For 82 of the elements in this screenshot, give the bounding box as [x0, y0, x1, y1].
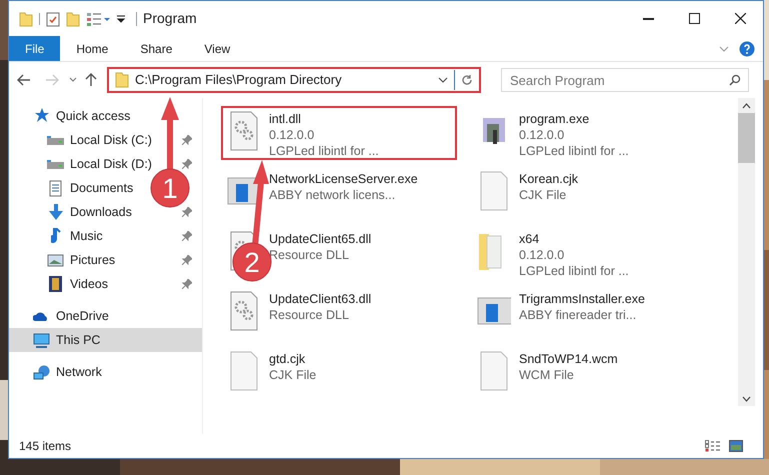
drive-icon: [47, 136, 64, 144]
view-options-icon[interactable]: [86, 10, 110, 26]
file-detail: LGPLed libintl for ...: [519, 143, 629, 159]
file-name[interactable]: program.exe: [519, 111, 590, 127]
drive-icon: [47, 160, 64, 168]
file-name[interactable]: x64: [519, 231, 540, 247]
monitor-icon: [33, 332, 50, 348]
search-icon: [729, 74, 741, 86]
ribbon-tab[interactable]: Share: [124, 36, 188, 61]
sidebar-item[interactable]: Pictures: [70, 250, 116, 270]
details-view-icon[interactable]: [705, 440, 721, 452]
expand-ribbon-icon[interactable]: [719, 46, 729, 52]
picture-icon: [47, 254, 64, 266]
sidebar-item[interactable]: This PC: [9, 328, 202, 352]
minimize-icon: [642, 18, 654, 20]
refresh-icon[interactable]: [461, 74, 473, 86]
file-detail: Resource DLL: [269, 247, 349, 263]
file-detail: 0.12.0.0: [519, 127, 564, 143]
scrollbar-thumb[interactable]: [738, 113, 755, 163]
sidebar-item[interactable]: Music: [70, 226, 103, 246]
music-note-icon: [50, 228, 60, 244]
file-detail: Resource DLL: [269, 307, 349, 323]
ribbon-tab[interactable]: Home: [60, 36, 124, 61]
sidebar-item[interactable]: Network: [56, 362, 102, 382]
sidebar-item[interactable]: Videos: [70, 274, 108, 294]
file-detail: ABBY finereader tri...: [519, 307, 636, 323]
file-name[interactable]: TrigrammsInstaller.exe: [519, 291, 645, 307]
help-icon[interactable]: [739, 40, 755, 56]
file-detail: CJK File: [519, 187, 566, 203]
file-name[interactable]: UpdateClient65.dll: [269, 231, 372, 247]
sidebar-item[interactable]: Documents: [70, 178, 134, 198]
ribbon-tab[interactable]: View: [188, 36, 246, 61]
pin-icon[interactable]: [182, 159, 192, 169]
file-detail: LGPLed libintl for ...: [269, 143, 379, 159]
file-name[interactable]: NetworkLicenseServer.exe: [269, 171, 418, 187]
scroll-up-icon[interactable]: [742, 103, 751, 109]
sidebar-item[interactable]: Downloads: [70, 202, 132, 222]
recent-locations-icon[interactable]: [69, 77, 77, 83]
sidebar-item[interactable]: Local Disk (C:): [70, 130, 152, 150]
file-detail: LGPLed libintl for ...: [519, 263, 629, 279]
sidebar-item[interactable]: Local Disk (D:): [70, 154, 152, 174]
film-icon: [49, 276, 62, 292]
pin-icon[interactable]: [182, 135, 192, 145]
sidebar-item[interactable]: Quick access: [56, 106, 130, 126]
maximize-icon: [688, 13, 700, 24]
cloud-icon: [33, 311, 50, 321]
address-bar[interactable]: C:\Program Files\Program Directory: [107, 67, 481, 93]
file-name[interactable]: UpdateClient63.dll: [269, 291, 372, 307]
file-detail: CJK File: [269, 367, 316, 383]
file-name[interactable]: gtd.cjk: [269, 351, 306, 367]
pin-icon[interactable]: [182, 207, 192, 217]
file-name[interactable]: SndToWP14.wcm: [519, 351, 618, 367]
network-icon: [33, 364, 50, 380]
sidebar-item[interactable]: OneDrive: [56, 306, 109, 326]
star-icon: [33, 108, 50, 124]
download-icon: [48, 204, 62, 220]
large-icons-view-icon[interactable]: [729, 440, 743, 452]
ribbon-tab[interactable]: File: [9, 36, 60, 61]
pin-icon[interactable]: [182, 279, 192, 289]
scroll-down-icon[interactable]: [742, 396, 751, 402]
file-detail: 0.12.0.0: [269, 127, 314, 143]
document-icon: [49, 180, 62, 196]
file-name[interactable]: intl.dll: [269, 111, 301, 127]
item-count: 145 items: [19, 438, 72, 455]
step-number-badge: 1: [150, 168, 190, 208]
up-icon[interactable]: [85, 73, 97, 87]
pin-icon[interactable]: [182, 231, 192, 241]
window-title: Program: [143, 9, 197, 28]
folder-icon: [115, 72, 129, 88]
search-field[interactable]: Search Program: [501, 68, 749, 92]
close-icon: [734, 13, 746, 24]
file-detail: 0.12.0.0: [519, 247, 564, 263]
address-path: C:\Program Files\Program Directory: [135, 71, 342, 90]
file-name[interactable]: Korean.cjk: [519, 171, 578, 187]
dropdown-icon[interactable]: [438, 77, 448, 83]
dropdown-icon[interactable]: [116, 14, 126, 24]
properties-icon[interactable]: [46, 10, 60, 26]
file-detail: ABBY network licens...: [269, 187, 396, 203]
step-number-badge: 2: [232, 242, 272, 282]
file-detail: WCM File: [519, 367, 574, 383]
back-icon[interactable]: [17, 74, 31, 86]
pin-icon[interactable]: [182, 255, 192, 265]
